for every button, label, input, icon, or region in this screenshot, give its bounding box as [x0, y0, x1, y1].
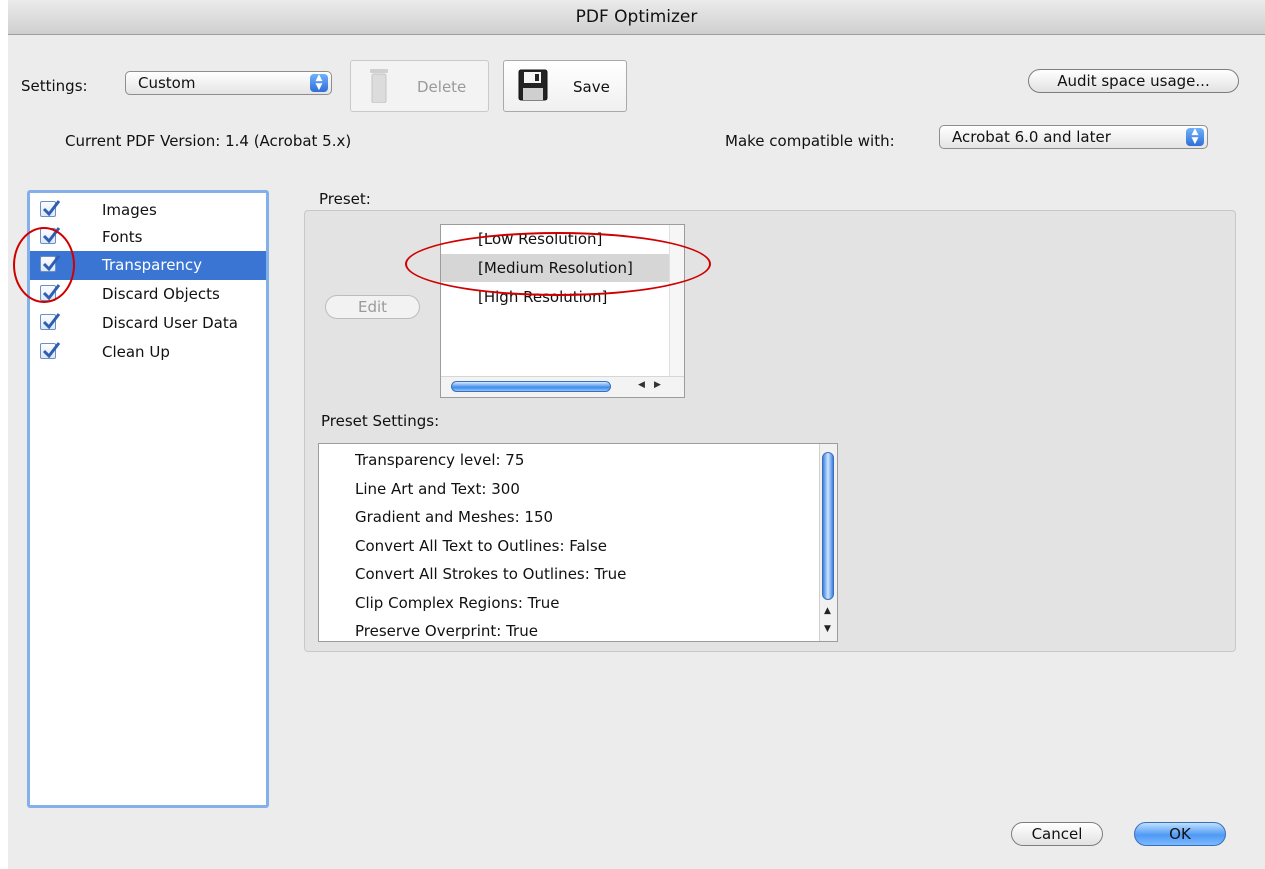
- checkbox-checked-icon[interactable]: [40, 255, 61, 272]
- list-item[interactable]: [High Resolution]: [441, 283, 669, 311]
- vertical-scrollbar[interactable]: ▲ ▼: [819, 444, 837, 641]
- cancel-button[interactable]: Cancel: [1011, 822, 1103, 846]
- sidebar-item-fonts[interactable]: Fonts: [30, 223, 266, 252]
- compat-popup[interactable]: Acrobat 6.0 and later ▲ ▼: [939, 125, 1208, 149]
- checkbox-checked-icon[interactable]: [40, 284, 61, 301]
- scroll-thumb[interactable]: [451, 381, 611, 392]
- edit-button[interactable]: Edit: [325, 295, 420, 319]
- vertical-scrollbar[interactable]: [669, 225, 684, 377]
- category-list: Images Fonts Transparency Discard Object…: [27, 190, 269, 808]
- scroll-down-arrow-icon[interactable]: ▼: [824, 624, 831, 634]
- preset-label: Preset:: [319, 190, 371, 208]
- list-item: Convert All Strokes to Outlines: True: [355, 565, 627, 583]
- sidebar-item-label: Transparency: [102, 256, 203, 274]
- list-item: Convert All Text to Outlines: False: [355, 537, 607, 555]
- delete-label: Delete: [417, 78, 467, 96]
- scroll-right-arrow-icon[interactable]: ▶: [654, 380, 661, 390]
- settings-value: Custom: [138, 74, 196, 92]
- checkbox-checked-icon[interactable]: [40, 342, 61, 359]
- sidebar-item-label: Discard Objects: [102, 285, 220, 303]
- sidebar-item-images[interactable]: Images: [30, 196, 266, 225]
- settings-popup[interactable]: Custom ▲ ▼: [125, 71, 332, 95]
- sidebar-item-transparency[interactable]: Transparency: [30, 251, 266, 280]
- scroll-left-arrow-icon[interactable]: ◀: [638, 380, 645, 390]
- popup-arrows-icon: ▲ ▼: [310, 74, 328, 92]
- sidebar-item-label: Discard User Data: [102, 314, 238, 332]
- save-label: Save: [573, 78, 610, 96]
- list-item: Preserve Overprint: True: [355, 622, 538, 640]
- audit-space-usage-button[interactable]: Audit space usage...: [1028, 69, 1239, 93]
- list-item: Clip Complex Regions: True: [355, 594, 560, 612]
- scroll-up-arrow-icon[interactable]: ▲: [824, 606, 831, 616]
- popup-arrows-icon: ▲ ▼: [1186, 128, 1204, 146]
- pdf-optimizer-dialog: PDF Optimizer Settings: Custom ▲ ▼ Delete…: [8, 0, 1265, 869]
- horizontal-scrollbar[interactable]: ◀ ▶: [441, 376, 684, 397]
- ok-button[interactable]: OK: [1134, 822, 1226, 846]
- window-title: PDF Optimizer: [8, 0, 1265, 35]
- preset-settings-label: Preset Settings:: [321, 412, 440, 430]
- sidebar-item-clean-up[interactable]: Clean Up: [30, 338, 266, 367]
- preset-settings-list[interactable]: Transparency level: 75 Line Art and Text…: [318, 443, 838, 642]
- compat-label: Make compatible with:: [725, 132, 895, 150]
- sidebar-item-label: Images: [102, 201, 157, 219]
- compat-value: Acrobat 6.0 and later: [952, 128, 1111, 146]
- sidebar-item-label: Fonts: [102, 228, 143, 246]
- list-item-selected[interactable]: [Medium Resolution]: [441, 254, 669, 282]
- list-item: Gradient and Meshes: 150: [355, 508, 554, 526]
- checkbox-checked-icon[interactable]: [40, 313, 61, 330]
- floppy-disk-icon: [518, 69, 548, 105]
- save-button[interactable]: Save: [503, 60, 627, 112]
- scroll-thumb[interactable]: [822, 452, 834, 600]
- trash-icon: [369, 69, 389, 107]
- list-item: Line Art and Text: 300: [355, 480, 520, 498]
- delete-button[interactable]: Delete: [350, 60, 489, 112]
- sidebar-item-discard-objects[interactable]: Discard Objects: [30, 280, 266, 309]
- settings-label: Settings:: [21, 77, 88, 95]
- list-item: Transparency level: 75: [355, 451, 525, 469]
- list-item[interactable]: [Low Resolution]: [441, 225, 669, 253]
- sidebar-item-label: Clean Up: [102, 343, 170, 361]
- sidebar-item-discard-user-data[interactable]: Discard User Data: [30, 309, 266, 338]
- checkbox-checked-icon[interactable]: [40, 227, 61, 244]
- checkbox-checked-icon[interactable]: [40, 200, 61, 217]
- preset-list[interactable]: [Low Resolution] [Medium Resolution] [Hi…: [440, 224, 685, 398]
- current-pdf-version: Current PDF Version: 1.4 (Acrobat 5.x): [65, 132, 352, 150]
